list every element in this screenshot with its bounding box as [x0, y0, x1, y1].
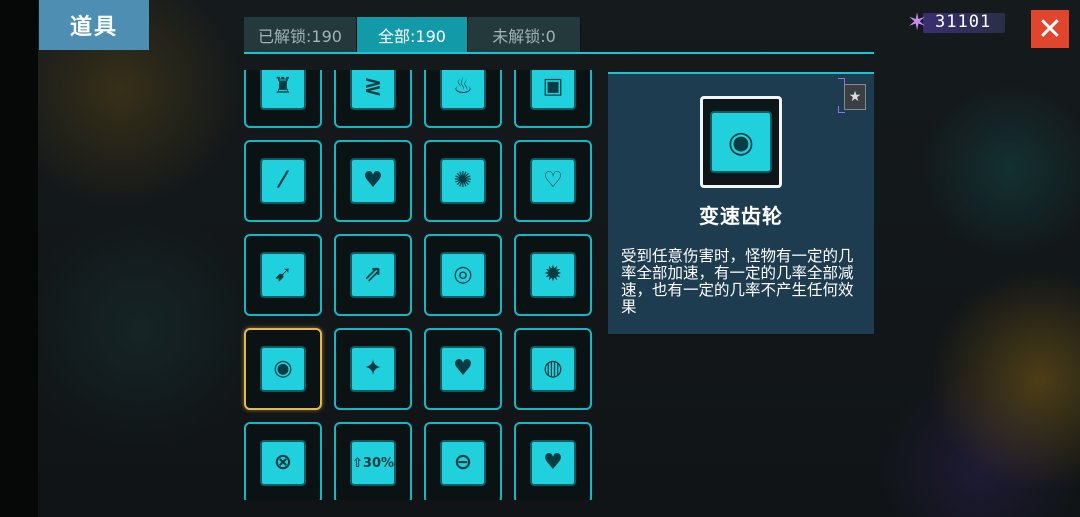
tab-locked[interactable]: 未解锁:0: [468, 17, 581, 53]
heart-icon: ♥: [350, 158, 396, 204]
item-slot[interactable]: ◎: [424, 234, 502, 316]
item-detail-panel: ◉ ★ 变速齿轮 受到任意伤害时，怪物有一定的几率全部加速，有一定的几率全部减速…: [608, 72, 874, 334]
item-slot[interactable]: ♨: [424, 70, 502, 128]
left-edge: [0, 0, 38, 517]
chess-piece-icon: ♜: [260, 70, 306, 110]
currency-value: 31101: [935, 12, 992, 32]
shield-heart-icon: ♡: [530, 158, 576, 204]
splash-icon: ✺: [440, 158, 486, 204]
item-slot[interactable]: ♥: [334, 140, 412, 222]
item-slot[interactable]: ◉: [244, 328, 322, 410]
item-name: 变速齿轮: [699, 204, 783, 228]
item-slot[interactable]: ≷: [334, 70, 412, 128]
item-slot[interactable]: ⊗: [244, 422, 322, 500]
split-circle-icon: ⊖: [440, 440, 486, 486]
item-slot[interactable]: ➹: [244, 234, 322, 316]
item-slot[interactable]: ⁄: [244, 140, 322, 222]
heart-cross-icon: ♥: [440, 346, 486, 392]
item-slot[interactable]: ✦: [334, 328, 412, 410]
gear-clock-icon: ◉: [710, 111, 772, 173]
item-slot[interactable]: ◍: [514, 328, 592, 410]
burning-house-icon: ♨: [440, 70, 486, 110]
target-ring-icon: ◎: [440, 252, 486, 298]
page-title: 道具: [39, 0, 149, 50]
bandage-icon: ⁄: [260, 158, 306, 204]
broken-heart-icon: ♥: [530, 440, 576, 486]
star-badge-icon[interactable]: ★: [844, 84, 866, 110]
item-slot[interactable]: ♥: [514, 422, 592, 500]
missiles-icon: ⇗: [350, 252, 396, 298]
close-button[interactable]: ✕: [1031, 10, 1069, 48]
filter-tabs: 已解锁:190 全部:190 未解锁:0: [244, 17, 581, 53]
cancel-circle-icon: ⊗: [260, 440, 306, 486]
detail-icon-frame: ◉: [700, 96, 782, 188]
twin-blocks-icon: ▣: [530, 70, 576, 110]
item-slot[interactable]: ✺: [424, 140, 502, 222]
tab-all[interactable]: 全部:190: [357, 17, 468, 53]
item-slot[interactable]: ✹: [514, 234, 592, 316]
currency-display: ✶ 31101: [905, 8, 1005, 36]
tab-unlocked[interactable]: 已解锁:190: [244, 17, 357, 53]
tab-underline: [244, 52, 874, 54]
item-slot[interactable]: ♜: [244, 70, 322, 128]
arrow-up-percent-icon: ⇧30%: [350, 440, 396, 486]
item-slot[interactable]: ♡: [514, 140, 592, 222]
item-grid: ♜ ≷ ♨ ▣ ⁄ ♥ ✺ ♡ ➹ ⇗ ◎ ✹ ◉ ✦ ♥ ◍ ⊗ ⇧30% ⊖ ♥: [240, 70, 600, 500]
item-slot[interactable]: ♥: [424, 328, 502, 410]
item-slot[interactable]: ▣: [514, 70, 592, 128]
four-point-star-icon: ✦: [350, 346, 396, 392]
gear-clock-icon: ◉: [260, 346, 306, 392]
corner-mark: [838, 106, 845, 113]
ring-segment-icon: ◍: [530, 346, 576, 392]
burst-heart-icon: ✹: [530, 252, 576, 298]
corner-mark: [838, 78, 845, 85]
bow-arrow-icon: ➹: [260, 252, 306, 298]
crystal-star-icon: ✶: [907, 8, 928, 36]
close-icon: ✕: [1037, 11, 1063, 47]
item-description: 受到任意伤害时，怪物有一定的几率全部加速，有一定的几率全部减速，也有一定的几率不…: [621, 247, 854, 316]
zigzag-figure-icon: ≷: [350, 70, 396, 110]
item-slot[interactable]: ⇧30%: [334, 422, 412, 500]
item-slot[interactable]: ⇗: [334, 234, 412, 316]
item-slot[interactable]: ⊖: [424, 422, 502, 500]
